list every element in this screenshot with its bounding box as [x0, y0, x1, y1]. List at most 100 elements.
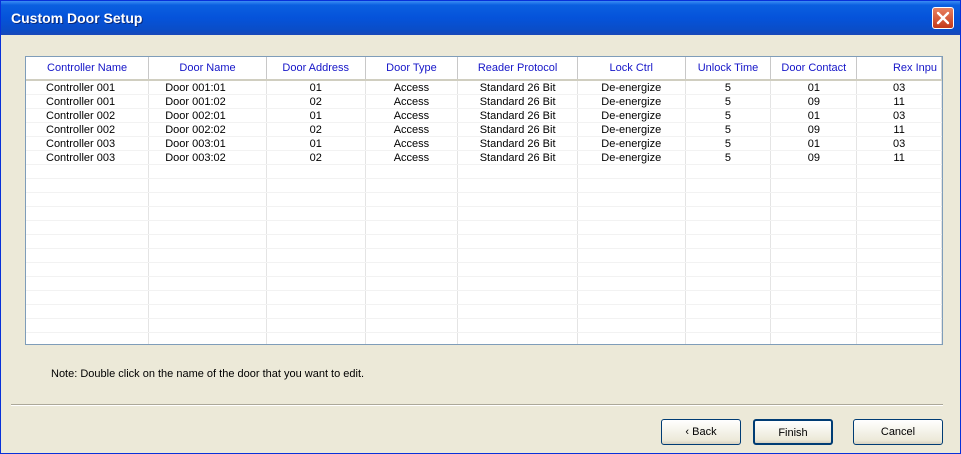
table-cell: De-energize [577, 108, 686, 123]
table-cell [685, 290, 772, 305]
table-cell [365, 206, 459, 221]
column-header[interactable]: Unlock Time [685, 57, 772, 81]
table-cell [577, 192, 686, 207]
column-header[interactable]: Door Address [266, 57, 366, 81]
table-row[interactable] [26, 164, 942, 179]
column-header[interactable]: Door Name [148, 57, 267, 81]
table-cell [266, 234, 366, 249]
table-cell[interactable]: Door 003:02 [148, 150, 267, 165]
table-cell [26, 178, 150, 193]
table-row[interactable] [26, 276, 942, 291]
table-cell[interactable]: Door 002:01 [148, 108, 267, 123]
table-cell: 03 [856, 108, 942, 123]
column-header[interactable]: Door Contact [770, 57, 858, 81]
table-cell[interactable]: Door 002:02 [148, 122, 267, 137]
table-row[interactable] [26, 192, 942, 207]
table-body: Controller 001 Door 001:01 01 Access Standar… [26, 80, 942, 344]
table-cell [770, 318, 858, 333]
table-row[interactable] [26, 206, 942, 221]
column-header[interactable]: Reader Protocol [457, 57, 578, 81]
table-cell [577, 234, 686, 249]
table-row[interactable] [26, 178, 942, 193]
table-row[interactable]: Controller 003 Door 003:02 02 Access Standar… [26, 150, 942, 165]
table-cell [266, 178, 366, 193]
table-cell [26, 262, 150, 277]
table-row[interactable] [26, 318, 942, 333]
table-cell [770, 192, 858, 207]
column-header[interactable]: Lock Ctrl [577, 57, 686, 81]
table-row[interactable]: Controller 003 Door 003:01 01 Access Standar… [26, 136, 942, 151]
table-cell[interactable]: Door 003:01 [148, 136, 267, 151]
table-cell: 5 [685, 108, 772, 123]
table-cell [577, 206, 686, 221]
table-cell [365, 248, 459, 263]
table-cell [577, 164, 686, 179]
column-header[interactable]: Door Type [365, 57, 459, 81]
door-grid[interactable]: Controller Name Door Name Door Address Door… [25, 56, 943, 345]
table-cell: Access [365, 150, 459, 165]
back-button[interactable]: ‹ Back [661, 419, 741, 445]
table-cell [148, 206, 267, 221]
table-cell [26, 304, 150, 319]
table-cell[interactable]: Door 001:02 [148, 94, 267, 109]
table-cell [148, 164, 267, 179]
table-cell [770, 248, 858, 263]
table-row[interactable] [26, 290, 942, 305]
title-bar[interactable]: Custom Door Setup [1, 1, 960, 35]
table-cell [457, 164, 578, 179]
table-cell [856, 206, 942, 221]
table-row[interactable] [26, 234, 942, 249]
table-cell [577, 248, 686, 263]
table-cell [770, 290, 858, 305]
table-cell: Standard 26 Bit [457, 80, 578, 95]
column-header[interactable]: Controller Name [26, 57, 150, 81]
table-cell [685, 318, 772, 333]
table-cell[interactable]: Door 001:01 [148, 80, 267, 95]
table-cell [577, 276, 686, 291]
table-cell [856, 192, 942, 207]
table-cell [770, 164, 858, 179]
table-cell [148, 178, 267, 193]
table-row[interactable] [26, 262, 942, 277]
table-cell [148, 332, 267, 344]
table-cell: 09 [770, 94, 858, 109]
table-row[interactable] [26, 248, 942, 263]
table-cell [856, 290, 942, 305]
table-cell: 01 [266, 80, 366, 95]
table-cell: Controller 002 [26, 122, 150, 137]
table-cell [148, 276, 267, 291]
table-cell [685, 178, 772, 193]
table-cell [856, 318, 942, 333]
table-cell [856, 164, 942, 179]
window-title: Custom Door Setup [11, 10, 143, 26]
table-cell [685, 206, 772, 221]
table-cell: 5 [685, 122, 772, 137]
finish-button[interactable]: Finish [753, 419, 833, 445]
table-cell [770, 332, 858, 344]
table-cell: De-energize [577, 94, 686, 109]
table-cell [457, 220, 578, 235]
table-row[interactable]: Controller 001 Door 001:02 02 Access Standar… [26, 94, 942, 109]
table-cell [26, 318, 150, 333]
cancel-button[interactable]: Cancel [853, 419, 943, 445]
table-cell [577, 318, 686, 333]
table-row[interactable]: Controller 002 Door 002:02 02 Access Standar… [26, 122, 942, 137]
table-cell [365, 164, 459, 179]
table-cell [266, 276, 366, 291]
table-cell [148, 234, 267, 249]
table-cell [770, 262, 858, 277]
table-cell: Standard 26 Bit [457, 150, 578, 165]
table-row[interactable]: Controller 001 Door 001:01 01 Access Standar… [26, 80, 942, 95]
close-button[interactable] [932, 7, 954, 29]
table-row[interactable] [26, 304, 942, 319]
table-cell [770, 234, 858, 249]
table-row[interactable] [26, 332, 942, 344]
table-row[interactable]: Controller 002 Door 002:01 01 Access Standar… [26, 108, 942, 123]
table-cell [266, 192, 366, 207]
table-cell [266, 262, 366, 277]
table-row[interactable] [26, 220, 942, 235]
table-cell [577, 332, 686, 344]
table-cell [148, 262, 267, 277]
table-cell [685, 262, 772, 277]
column-header[interactable]: Rex Inpu [856, 57, 942, 81]
